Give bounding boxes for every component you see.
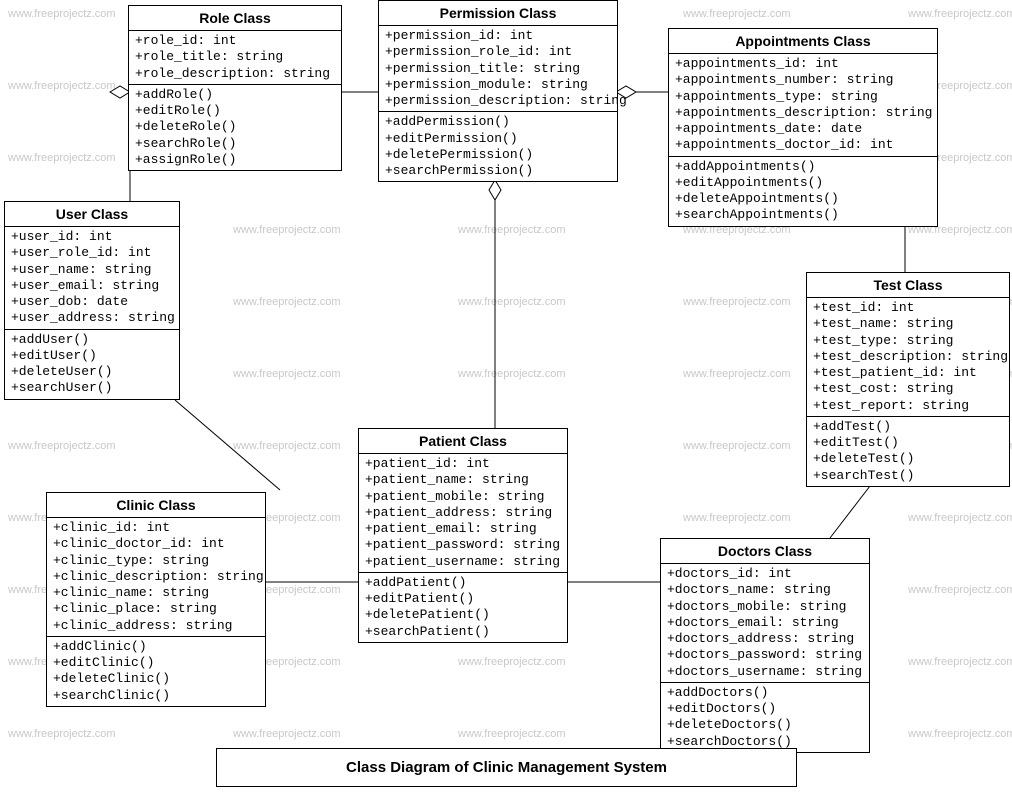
class-appointments-methods: +addAppointments() +editAppointments() +… — [669, 157, 937, 226]
class-role-methods: +addRole() +editRole() +deleteRole() +se… — [129, 85, 341, 170]
class-permission: Permission Class +permission_id: int +pe… — [378, 0, 618, 182]
class-test-attrs: +test_id: int +test_name: string +test_t… — [807, 298, 1009, 417]
class-clinic-methods: +addClinic() +editClinic() +deleteClinic… — [47, 637, 265, 706]
class-appointments-attrs: +appointments_id: int +appointments_numb… — [669, 54, 937, 157]
class-appointments: Appointments Class +appointments_id: int… — [668, 28, 938, 227]
class-patient: Patient Class +patient_id: int +patient_… — [358, 428, 568, 643]
class-patient-methods: +addPatient() +editPatient() +deletePati… — [359, 573, 567, 642]
class-patient-attrs: +patient_id: int +patient_name: string +… — [359, 454, 567, 573]
class-permission-methods: +addPermission() +editPermission() +dele… — [379, 112, 617, 181]
class-clinic: Clinic Class +clinic_id: int +clinic_doc… — [46, 492, 266, 707]
class-role: Role Class +role_id: int +role_title: st… — [128, 5, 342, 171]
class-test-methods: +addTest() +editTest() +deleteTest() +se… — [807, 417, 1009, 486]
diagram-title: Class Diagram of Clinic Management Syste… — [216, 748, 797, 787]
class-doctors-methods: +addDoctors() +editDoctors() +deleteDoct… — [661, 683, 869, 752]
class-user-attrs: +user_id: int +user_role_id: int +user_n… — [5, 227, 179, 330]
class-user: User Class +user_id: int +user_role_id: … — [4, 201, 180, 400]
class-clinic-attrs: +clinic_id: int +clinic_doctor_id: int +… — [47, 518, 265, 637]
class-doctors: Doctors Class +doctors_id: int +doctors_… — [660, 538, 870, 753]
class-role-attrs: +role_id: int +role_title: string +role_… — [129, 31, 341, 85]
class-patient-title: Patient Class — [359, 429, 567, 454]
class-permission-attrs: +permission_id: int +permission_role_id:… — [379, 26, 617, 112]
class-clinic-title: Clinic Class — [47, 493, 265, 518]
class-appointments-title: Appointments Class — [669, 29, 937, 54]
class-test-title: Test Class — [807, 273, 1009, 298]
class-user-methods: +addUser() +editUser() +deleteUser() +se… — [5, 330, 179, 399]
class-role-title: Role Class — [129, 6, 341, 31]
class-permission-title: Permission Class — [379, 1, 617, 26]
class-doctors-title: Doctors Class — [661, 539, 869, 564]
class-doctors-attrs: +doctors_id: int +doctors_name: string +… — [661, 564, 869, 683]
class-user-title: User Class — [5, 202, 179, 227]
class-test: Test Class +test_id: int +test_name: str… — [806, 272, 1010, 487]
